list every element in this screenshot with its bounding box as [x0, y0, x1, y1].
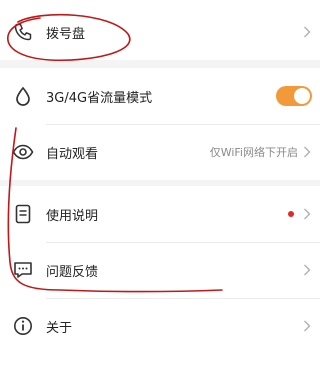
settings-page: 拨号盘 3G/4G省流量模式 自动观看 仅WiFi网络下开启 使用说明 问题反馈…	[0, 0, 320, 368]
phone-icon	[12, 21, 34, 43]
chat-bubble-icon	[12, 259, 34, 281]
settings-group-help: 使用说明 问题反馈 关于	[0, 186, 320, 368]
eye-icon	[12, 141, 34, 163]
chevron-right-icon	[301, 26, 313, 38]
document-icon	[12, 203, 34, 225]
new-badge-dot	[288, 211, 294, 217]
about-row[interactable]: 关于	[0, 298, 320, 354]
autoplay-value: 仅WiFi网络下开启	[209, 146, 298, 159]
autoplay-label: 自动观看	[46, 146, 99, 162]
info-icon	[12, 315, 34, 337]
autoplay-row[interactable]: 自动观看 仅WiFi网络下开启	[0, 124, 320, 180]
feedback-label: 问题反馈	[46, 264, 99, 280]
chevron-right-icon	[301, 264, 313, 276]
chevron-right-icon	[301, 208, 313, 220]
about-label: 关于	[46, 320, 73, 336]
droplet-icon	[12, 85, 34, 107]
dialpad-label: 拨号盘	[46, 26, 86, 42]
toggle-knob	[294, 88, 310, 104]
data-saver-label: 3G/4G省流量模式	[46, 90, 153, 106]
chevron-right-icon	[301, 146, 313, 158]
settings-group-playback: 3G/4G省流量模式 自动观看 仅WiFi网络下开启	[0, 68, 320, 180]
settings-group-dialpad: 拨号盘	[0, 0, 320, 60]
manual-label: 使用说明	[46, 208, 99, 224]
chevron-right-icon	[301, 320, 313, 332]
data-saver-row: 3G/4G省流量模式	[0, 68, 320, 124]
feedback-row[interactable]: 问题反馈	[0, 242, 320, 298]
data-saver-toggle[interactable]	[276, 86, 312, 106]
manual-row[interactable]: 使用说明	[0, 186, 320, 242]
dialpad-row[interactable]: 拨号盘	[0, 6, 320, 58]
